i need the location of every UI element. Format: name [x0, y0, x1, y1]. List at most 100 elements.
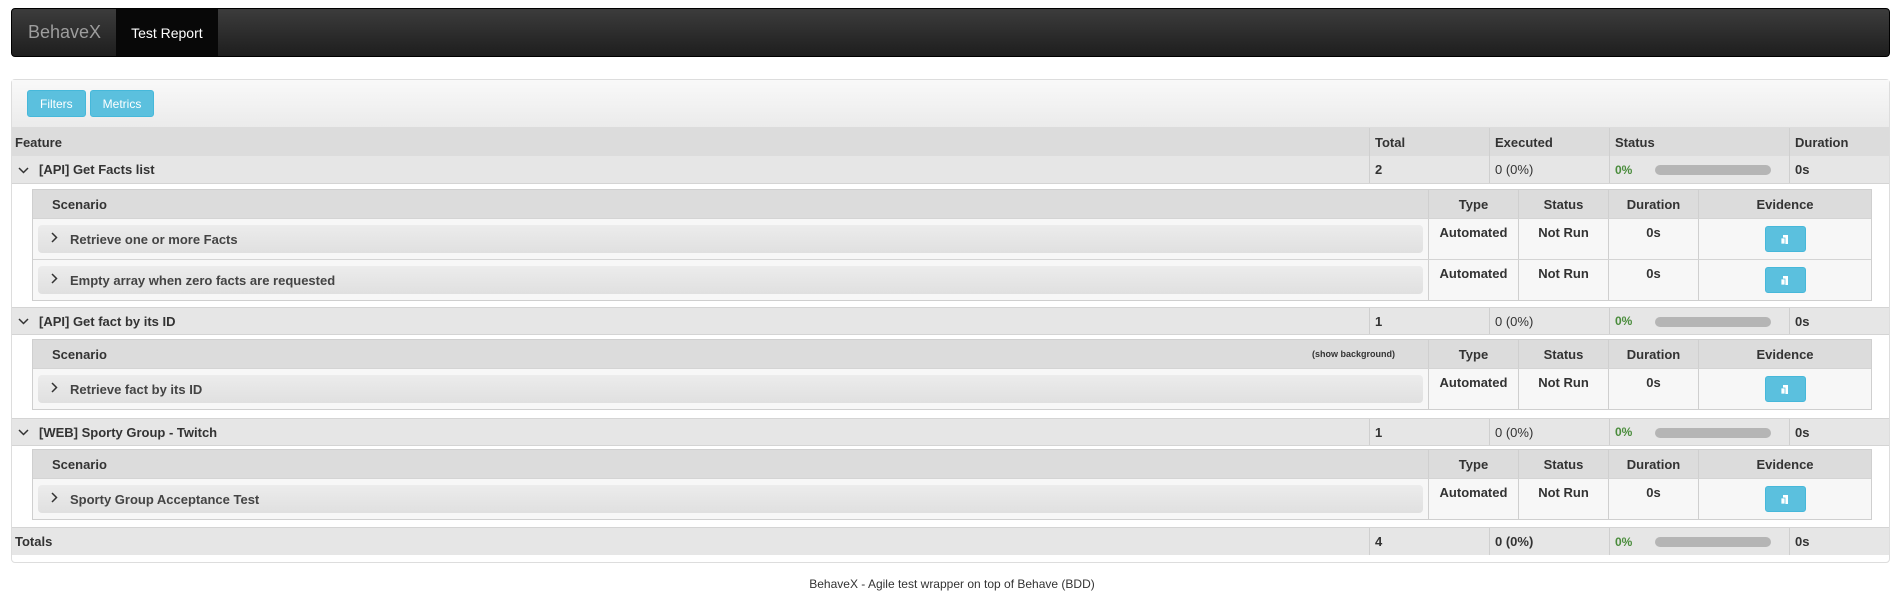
feature-row[interactable]: [API] Get fact by its ID 1 0 (0%) 0% 0s	[12, 307, 1889, 335]
feature-total: 1	[1369, 419, 1382, 445]
scenario-duration: 0s	[1608, 369, 1698, 409]
col-scenario: Scenario	[52, 456, 107, 472]
report-panel: Filters Metrics Feature Total Executed S…	[11, 79, 1890, 563]
evidence-button[interactable]	[1764, 486, 1806, 512]
scenario-evidence	[1698, 219, 1871, 259]
show-background-label: (show background)	[1312, 349, 1395, 359]
file-icon	[1780, 234, 1788, 244]
totals-duration: 0s	[1789, 528, 1809, 555]
col-duration: Duration	[1789, 128, 1848, 156]
evidence-button[interactable]	[1764, 226, 1806, 252]
evidence-button[interactable]	[1764, 267, 1806, 293]
show-background-link[interactable]: (show background)	[1312, 340, 1395, 368]
scenario-status: Not Run	[1518, 219, 1608, 259]
scenario-container: Scenario Type Status Duration Evidence R…	[12, 184, 1889, 307]
scenario-container: Scenario Type Status Duration Evidence S…	[12, 446, 1889, 527]
scenario-toggle[interactable]: Retrieve fact by its ID	[38, 375, 1423, 403]
file-icon	[1780, 384, 1788, 394]
feature-name: [WEB] Sporty Group - Twitch	[39, 424, 218, 440]
status-progress-bar	[1655, 317, 1771, 327]
status-percent: 0%	[1615, 162, 1633, 177]
col-evidence: Evidence	[1698, 190, 1871, 218]
col-scenario-duration: Duration	[1608, 450, 1698, 478]
scenario-status: Not Run	[1518, 260, 1608, 300]
file-icon	[1780, 494, 1788, 504]
scenario-name: Sporty Group Acceptance Test	[70, 491, 260, 507]
col-type: Type	[1428, 340, 1518, 368]
col-scenario-status: Status	[1518, 450, 1608, 478]
status-progress-bar	[1655, 165, 1771, 175]
scenario-name: Retrieve fact by its ID	[70, 381, 203, 397]
col-type: Type	[1428, 190, 1518, 218]
scenario-row: Sporty Group Acceptance Test Automated N…	[33, 478, 1871, 519]
metrics-button[interactable]: Metrics	[89, 90, 155, 117]
scenario-header: Scenario Type Status Duration Evidence	[33, 450, 1871, 478]
scenario-table: Scenario Type Status Duration Evidence R…	[32, 189, 1872, 301]
feature-row[interactable]: [WEB] Sporty Group - Twitch 1 0 (0%) 0% …	[12, 418, 1889, 446]
feature-name: [API] Get fact by its ID	[39, 313, 176, 329]
page-footer: BehaveX - Agile test wrapper on top of B…	[809, 577, 1095, 591]
scenario-type: Automated	[1428, 219, 1518, 259]
scenario-row: Empty array when zero facts are requeste…	[33, 259, 1871, 300]
scenario-toggle[interactable]: Empty array when zero facts are requeste…	[38, 266, 1423, 294]
scenario-name: Empty array when zero facts are requeste…	[70, 272, 336, 288]
col-scenario-duration: Duration	[1608, 340, 1698, 368]
chevron-down-icon[interactable]	[15, 425, 31, 439]
tab-test-report[interactable]: Test Report	[116, 9, 218, 56]
chevron-right-icon	[46, 273, 62, 287]
col-executed: Executed	[1489, 128, 1553, 156]
totals-status: 0%	[1609, 528, 1789, 555]
scenario-duration: 0s	[1608, 260, 1698, 300]
scenario-table: Scenario (show background) Type Status D…	[32, 339, 1872, 410]
scenario-row: Retrieve fact by its ID Automated Not Ru…	[33, 368, 1871, 409]
scenario-header: Scenario Type Status Duration Evidence	[33, 190, 1871, 218]
scenario-toggle[interactable]: Sporty Group Acceptance Test	[38, 485, 1423, 513]
navbar: BehaveX Test Report	[11, 8, 1890, 57]
scenario-status: Not Run	[1518, 369, 1608, 409]
feature-executed: 0 (0%)	[1489, 156, 1533, 183]
col-feature: Feature	[15, 134, 62, 150]
feature-name: [API] Get Facts list	[39, 162, 155, 177]
scenario-evidence	[1698, 369, 1871, 409]
totals-executed: 0 (0%)	[1489, 528, 1533, 555]
feature-executed: 0 (0%)	[1489, 308, 1533, 334]
file-icon	[1780, 275, 1788, 285]
table-header: Feature Total Executed Status Duration	[12, 128, 1889, 156]
scenario-table: Scenario Type Status Duration Evidence S…	[32, 449, 1872, 520]
scenario-evidence	[1698, 479, 1871, 519]
feature-total: 2	[1369, 156, 1382, 183]
scenario-evidence	[1698, 260, 1871, 300]
panel-toolbar: Filters Metrics	[12, 80, 1889, 128]
chevron-right-icon	[46, 492, 62, 506]
evidence-button[interactable]	[1764, 376, 1806, 402]
col-total: Total	[1369, 128, 1405, 156]
scenario-type: Automated	[1428, 479, 1518, 519]
feature-status: 0%	[1609, 308, 1789, 334]
status-percent: 0%	[1615, 534, 1633, 549]
filters-button[interactable]: Filters	[27, 90, 86, 117]
col-evidence: Evidence	[1698, 340, 1871, 368]
status-percent: 0%	[1615, 314, 1633, 328]
feature-row[interactable]: [API] Get Facts list 2 0 (0%) 0% 0s	[12, 156, 1889, 184]
scenario-type: Automated	[1428, 260, 1518, 300]
feature-status: 0%	[1609, 156, 1789, 183]
chevron-down-icon[interactable]	[15, 314, 31, 328]
feature-duration: 0s	[1789, 419, 1809, 445]
col-evidence: Evidence	[1698, 450, 1871, 478]
scenario-header: Scenario (show background) Type Status D…	[33, 340, 1871, 368]
brand-logo[interactable]: BehaveX	[12, 9, 116, 56]
status-progress-bar	[1655, 428, 1771, 438]
status-progress-bar	[1655, 537, 1771, 547]
status-percent: 0%	[1615, 425, 1633, 439]
col-scenario-duration: Duration	[1608, 190, 1698, 218]
scenario-duration: 0s	[1608, 479, 1698, 519]
col-scenario: Scenario	[52, 196, 107, 212]
chevron-right-icon	[46, 382, 62, 396]
scenario-duration: 0s	[1608, 219, 1698, 259]
chevron-down-icon[interactable]	[15, 163, 31, 177]
scenario-row: Retrieve one or more Facts Automated Not…	[33, 218, 1871, 259]
totals-label: Totals	[15, 534, 53, 549]
feature-duration: 0s	[1789, 156, 1809, 183]
feature-total: 1	[1369, 308, 1382, 334]
scenario-toggle[interactable]: Retrieve one or more Facts	[38, 225, 1423, 253]
